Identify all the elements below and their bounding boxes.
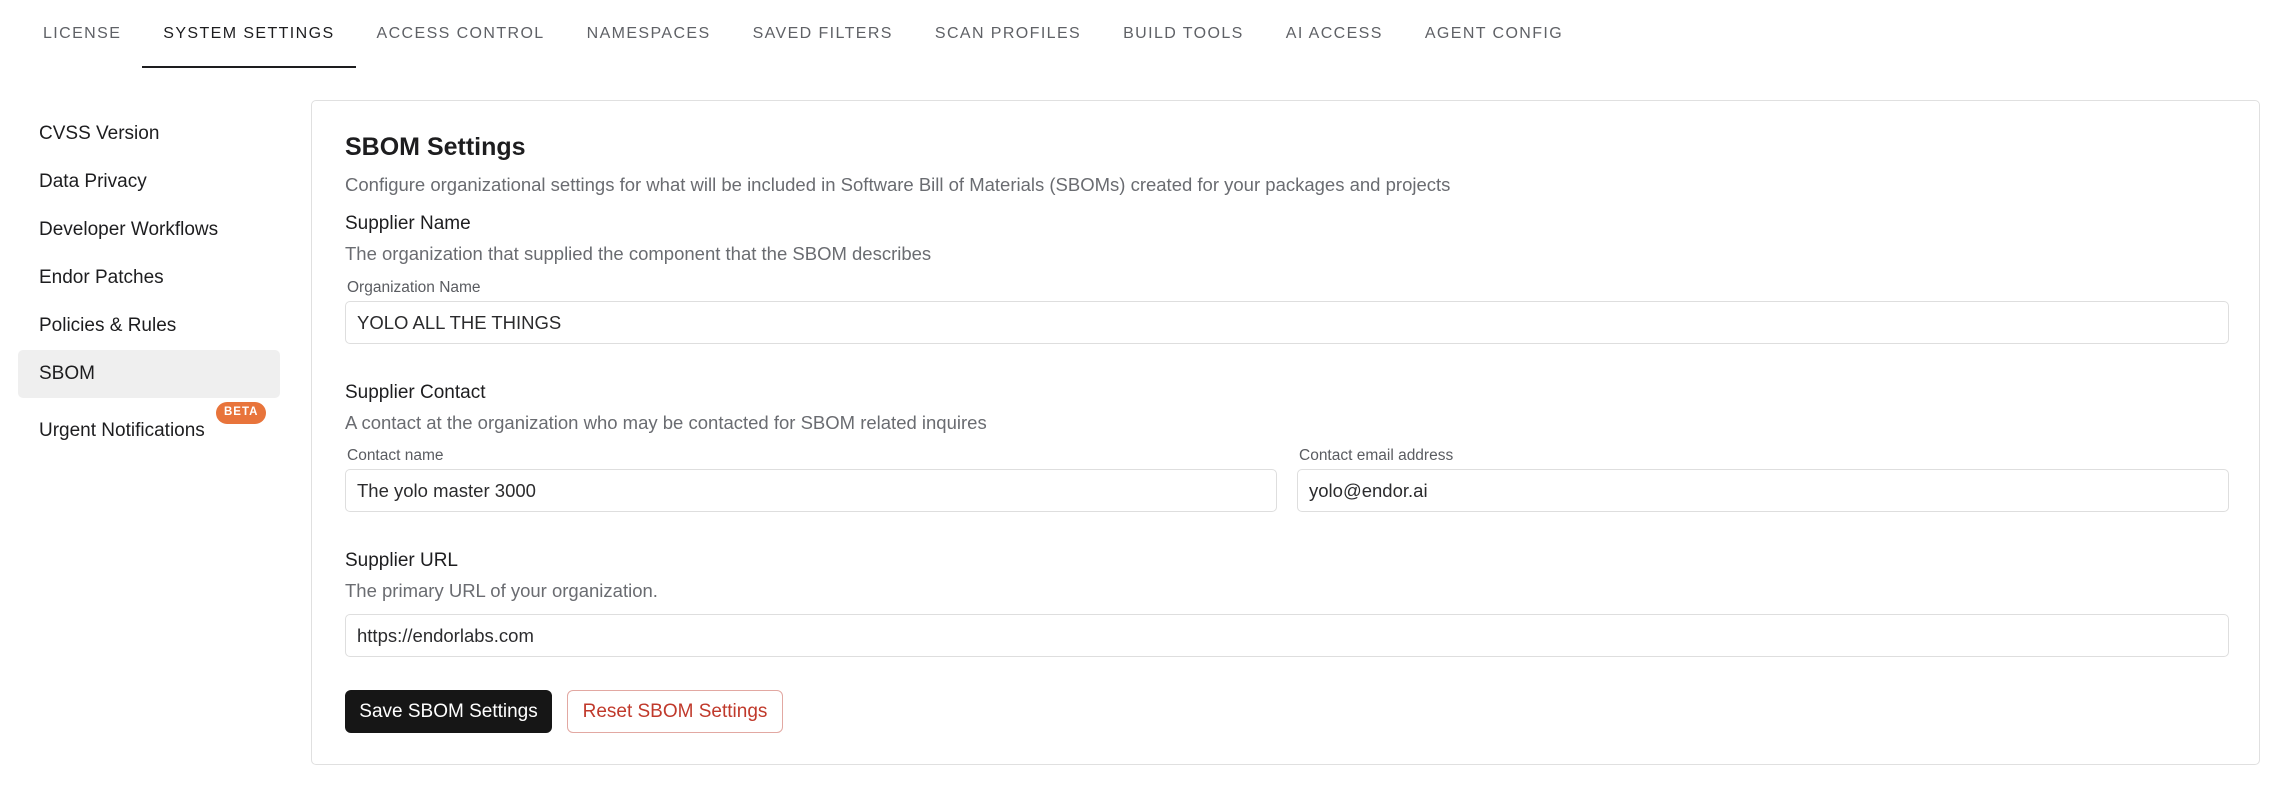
sidebar-item-policies-rules[interactable]: Policies & Rules bbox=[18, 302, 280, 350]
sidebar-item-developer-workflows[interactable]: Developer Workflows bbox=[18, 206, 280, 254]
settings-sidebar: CVSS Version Data Privacy Developer Work… bbox=[18, 110, 280, 452]
tab-agent-config[interactable]: AGENT CONFIG bbox=[1404, 0, 1584, 68]
supplier-url-description: The primary URL of your organization. bbox=[345, 580, 658, 601]
tab-license[interactable]: LICENSE bbox=[22, 0, 142, 68]
tab-saved-filters[interactable]: SAVED FILTERS bbox=[732, 0, 914, 68]
tab-access-control[interactable]: ACCESS CONTROL bbox=[356, 0, 566, 68]
tab-namespaces[interactable]: NAMESPACES bbox=[566, 0, 732, 68]
sidebar-item-label: SBOM bbox=[39, 363, 95, 384]
sidebar-item-sbom[interactable]: SBOM bbox=[18, 350, 280, 398]
supplier-name-heading: Supplier Name bbox=[345, 213, 471, 234]
settings-tab-bar: LICENSE SYSTEM SETTINGS ACCESS CONTROL N… bbox=[0, 0, 2278, 68]
organization-name-input[interactable] bbox=[345, 301, 2229, 344]
sidebar-item-cvss-version[interactable]: CVSS Version bbox=[18, 110, 280, 158]
sidebar-item-label: Policies & Rules bbox=[39, 315, 177, 336]
sidebar-item-endor-patches[interactable]: Endor Patches bbox=[18, 254, 280, 302]
reset-sbom-settings-button[interactable]: Reset SBOM Settings bbox=[567, 690, 783, 733]
tab-build-tools[interactable]: BUILD TOOLS bbox=[1102, 0, 1265, 68]
organization-name-label: Organization Name bbox=[347, 279, 481, 296]
sidebar-item-label: Developer Workflows bbox=[39, 219, 219, 240]
contact-name-label: Contact name bbox=[347, 447, 444, 464]
sidebar-item-label: Endor Patches bbox=[39, 267, 164, 288]
page-title: SBOM Settings bbox=[345, 133, 526, 161]
supplier-url-input[interactable] bbox=[345, 614, 2229, 657]
tab-system-settings[interactable]: SYSTEM SETTINGS bbox=[142, 0, 356, 68]
contact-email-input[interactable] bbox=[1297, 469, 2229, 512]
sidebar-item-label: Data Privacy bbox=[39, 171, 147, 192]
sidebar-item-urgent-notifications[interactable]: Urgent Notifications BETA bbox=[18, 402, 280, 452]
save-sbom-settings-button[interactable]: Save SBOM Settings bbox=[345, 690, 552, 733]
tab-ai-access[interactable]: AI ACCESS bbox=[1265, 0, 1404, 68]
page-description: Configure organizational settings for wh… bbox=[345, 174, 1451, 195]
supplier-name-description: The organization that supplied the compo… bbox=[345, 243, 932, 264]
sidebar-item-label: CVSS Version bbox=[39, 123, 160, 144]
contact-email-label: Contact email address bbox=[1299, 447, 1454, 464]
tab-scan-profiles[interactable]: SCAN PROFILES bbox=[914, 0, 1102, 68]
beta-badge: BETA bbox=[216, 402, 267, 424]
sidebar-item-data-privacy[interactable]: Data Privacy bbox=[18, 158, 280, 206]
sidebar-item-label: Urgent Notifications bbox=[39, 420, 205, 441]
contact-name-input[interactable] bbox=[345, 469, 1277, 512]
supplier-contact-description: A contact at the organization who may be… bbox=[345, 412, 987, 433]
sbom-settings-card: SBOM Settings Configure organizational s… bbox=[311, 100, 2260, 765]
supplier-url-heading: Supplier URL bbox=[345, 550, 458, 571]
supplier-contact-heading: Supplier Contact bbox=[345, 382, 486, 403]
